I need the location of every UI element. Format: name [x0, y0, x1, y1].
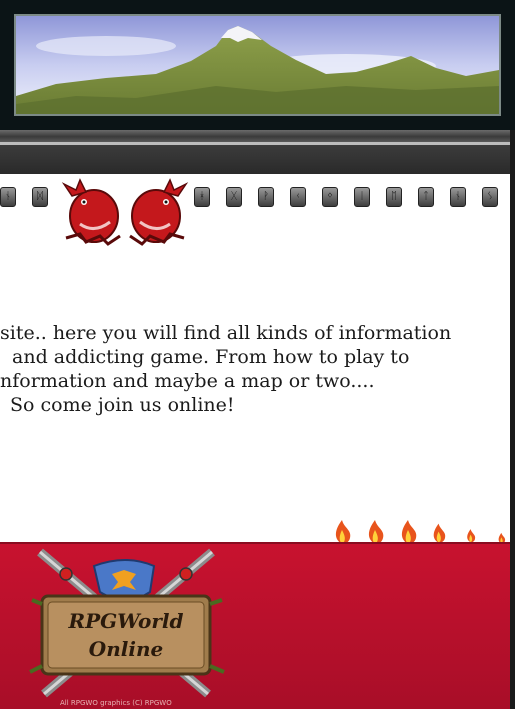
wooden-sign	[29, 594, 225, 676]
rune-icon[interactable]: ᚾ	[0, 187, 16, 207]
intro-line: and addicting game. From how to play to	[12, 346, 410, 368]
flame-icon	[433, 523, 446, 543]
rune-icon[interactable]: ᛁ	[354, 187, 370, 207]
logo-title-line1: RPGWorld	[67, 609, 183, 633]
dragon-icon	[129, 178, 189, 246]
dragon-icon	[61, 178, 121, 246]
flame-icon	[401, 520, 417, 544]
copyright-text: All RPGWO graphics (C) RPGWO	[60, 699, 172, 707]
flame-icon	[335, 520, 351, 544]
intro-text: site.. here you will find all kinds of i…	[0, 321, 452, 417]
logo-title-line2: Online	[89, 637, 163, 661]
rune-icon[interactable]: ᚹ	[258, 187, 274, 207]
grey-divider	[0, 130, 515, 142]
rune-icon[interactable]: ᛏ	[418, 187, 434, 207]
phoenix-shield-icon	[92, 559, 156, 601]
intro-line: site.. here you will find all kinds of i…	[0, 322, 452, 344]
rune-icon[interactable]: ᚷ	[226, 187, 242, 207]
rune-icon[interactable]: ᛞ	[32, 187, 48, 207]
rune-icon[interactable]: ᚲ	[290, 187, 306, 207]
rune-icon[interactable]: ᛊ	[482, 187, 498, 207]
rune-icon[interactable]: ᚼ	[194, 187, 210, 207]
page-right-border	[510, 130, 515, 709]
intro-line: nformation and maybe a map or two....	[0, 370, 375, 392]
flame-icon	[467, 529, 476, 543]
rpgworld-logo[interactable]: RPGWorld Online	[12, 544, 240, 704]
rune-icon[interactable]: ᛖ	[386, 187, 402, 207]
flame-icon	[368, 520, 384, 544]
flame-row	[335, 520, 506, 544]
intro-line: So come join us online!	[10, 394, 235, 416]
header-bar	[0, 142, 510, 174]
rune-icon[interactable]: ᛜ	[322, 187, 338, 207]
rune-icon[interactable]: ᚾ	[450, 187, 466, 207]
mountain-banner	[14, 14, 501, 116]
